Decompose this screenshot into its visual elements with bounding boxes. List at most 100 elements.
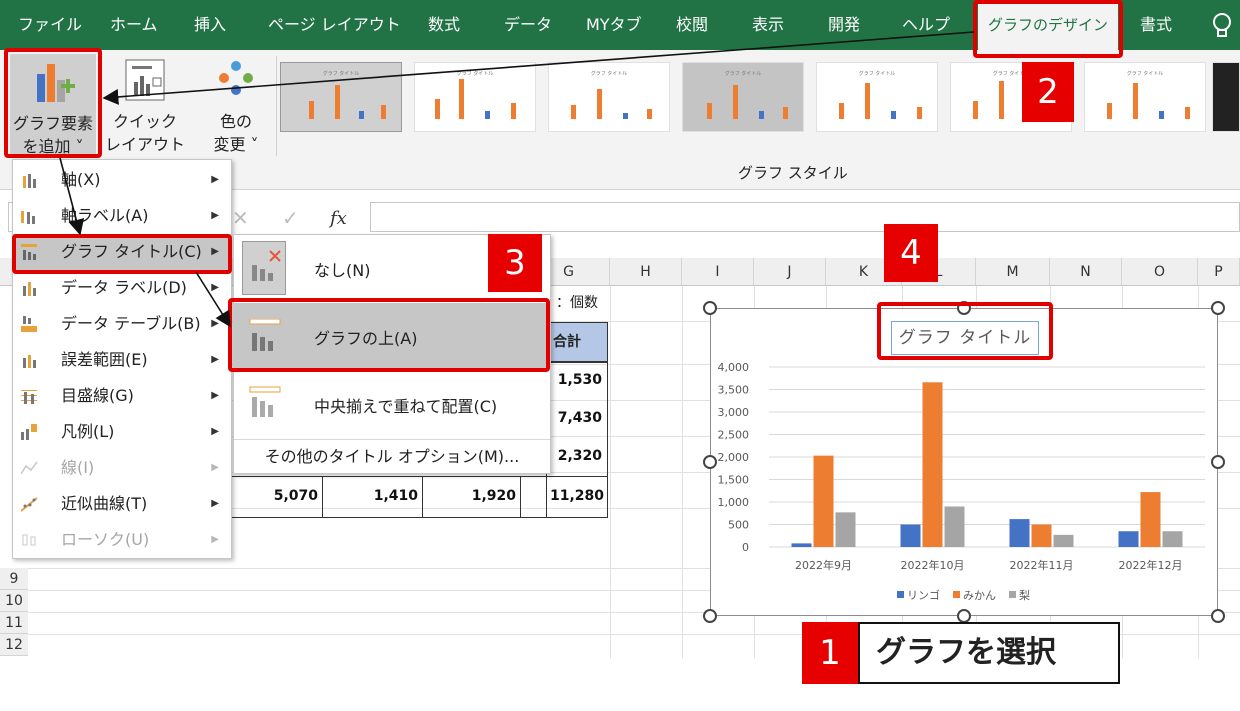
total-cell[interactable]: 2,320 bbox=[546, 448, 602, 464]
bar-リンゴ bbox=[1009, 519, 1030, 547]
column-header-p[interactable]: P bbox=[1198, 258, 1240, 286]
y-tick-label: 3,500 bbox=[718, 384, 750, 397]
legend-label: リンゴ bbox=[907, 588, 940, 602]
menu-item-axis-titles[interactable]: 軸ラベル(A) ▶ bbox=[13, 198, 231, 234]
resize-handle[interactable] bbox=[1211, 455, 1225, 469]
tab-format[interactable]: 書式 bbox=[1140, 0, 1172, 50]
style-thumb-title: グラフ タイトル bbox=[456, 71, 494, 77]
column-header-o[interactable]: O bbox=[1122, 258, 1198, 286]
row-header-9[interactable]: 9 bbox=[0, 568, 28, 590]
chart-style-7[interactable]: グラフ タイトル bbox=[1084, 62, 1206, 132]
menu-item-label: データ テーブル(B) bbox=[61, 314, 201, 333]
resize-handle[interactable] bbox=[1211, 301, 1225, 315]
menu-item-label: 目盛線(G) bbox=[61, 386, 134, 405]
highlight-chart-title-item bbox=[12, 234, 232, 274]
cancel-icon[interactable]: ✕ bbox=[232, 206, 249, 230]
bar-みかん bbox=[813, 455, 834, 547]
bar-みかん bbox=[1140, 492, 1161, 547]
grand-total-cell[interactable]: 1,410 bbox=[322, 488, 418, 504]
menu-item-lines: 線(I) ▶ bbox=[13, 450, 231, 486]
row-header-11[interactable]: 11 bbox=[0, 612, 28, 634]
resize-handle[interactable] bbox=[703, 455, 717, 469]
submenu-arrow-icon: ▶ bbox=[211, 318, 219, 329]
menu-item-legend[interactable]: 凡例(L) ▶ bbox=[13, 414, 231, 450]
bar-梨 bbox=[944, 506, 965, 547]
menu-item-gridlines[interactable]: 目盛線(G) ▶ bbox=[13, 378, 231, 414]
submenu-item-centered-overlay[interactable]: 中央揃えで重ねて配置(C) bbox=[234, 369, 550, 439]
tab-developer[interactable]: 開発 bbox=[828, 0, 860, 50]
column-header-n[interactable]: N bbox=[1050, 258, 1122, 286]
tab-file[interactable]: ファイル bbox=[18, 0, 82, 50]
ribbon-separator bbox=[276, 56, 277, 156]
enter-icon[interactable]: ✓ bbox=[282, 206, 299, 230]
submenu-item-more-options[interactable]: その他のタイトル オプション(M)... bbox=[234, 441, 550, 473]
formula-input[interactable] bbox=[370, 202, 1240, 232]
resize-handle[interactable] bbox=[703, 301, 717, 315]
column-header-j[interactable]: J bbox=[754, 258, 826, 286]
tab-data[interactable]: データ bbox=[504, 0, 552, 50]
tab-home[interactable]: ホーム bbox=[110, 0, 158, 50]
quick-layout-button[interactable]: クイック レイアウト ˅ bbox=[102, 54, 188, 177]
grand-total-cell[interactable]: 1,920 bbox=[422, 488, 516, 504]
menu-item-label: 誤差範囲(E) bbox=[61, 350, 148, 369]
submenu-arrow-icon: ▶ bbox=[211, 426, 219, 437]
chart-style-1[interactable]: グラフ タイトル bbox=[280, 62, 402, 132]
row-header-12[interactable]: 12 bbox=[0, 634, 28, 656]
tab-view[interactable]: 表示 bbox=[752, 0, 784, 50]
y-tick-label: 3,000 bbox=[718, 406, 750, 419]
lines-icon bbox=[21, 461, 38, 475]
tab-page-layout[interactable]: ページ レイアウト bbox=[268, 0, 401, 50]
lightbulb-icon[interactable] bbox=[1212, 12, 1232, 40]
step-number-1: 1 bbox=[802, 622, 858, 684]
chart-style-2[interactable]: グラフ タイトル bbox=[414, 62, 536, 132]
insert-function-icon[interactable]: fx bbox=[330, 208, 347, 229]
chart-style-8[interactable] bbox=[1212, 62, 1240, 132]
grand-total-cell[interactable]: 5,070 bbox=[232, 488, 318, 504]
legend-swatch bbox=[1009, 591, 1016, 598]
menu-item-label: 凡例(L) bbox=[61, 422, 115, 441]
bar-梨 bbox=[1053, 534, 1074, 547]
menu-item-trendline[interactable]: 近似曲線(T) ▶ bbox=[13, 486, 231, 522]
style-thumb-title: グラフ タイトル bbox=[590, 71, 628, 77]
trendline-icon bbox=[21, 497, 38, 512]
row-header-10[interactable]: 10 bbox=[0, 590, 28, 612]
total-cell[interactable]: 7,430 bbox=[546, 410, 602, 426]
tab-insert[interactable]: 挿入 bbox=[194, 0, 226, 50]
style-thumb-title: グラフ タイトル bbox=[858, 71, 896, 77]
highlight-chart-title bbox=[877, 302, 1053, 360]
resize-handle[interactable] bbox=[703, 609, 717, 623]
resize-handle[interactable] bbox=[1211, 609, 1225, 623]
bar-リンゴ bbox=[900, 524, 921, 547]
menu-item-error-bars[interactable]: 誤差範囲(E) ▶ bbox=[13, 342, 231, 378]
tab-formulas[interactable]: 数式 bbox=[428, 0, 460, 50]
menu-item-axis[interactable]: 軸(X) ▶ bbox=[13, 162, 231, 198]
menu-item-data-labels[interactable]: データ ラベル(D) ▶ bbox=[13, 270, 231, 306]
tab-my-tab[interactable]: MYタブ bbox=[586, 0, 642, 50]
column-header-h[interactable]: H bbox=[610, 258, 682, 286]
submenu-arrow-icon: ▶ bbox=[211, 282, 219, 293]
total-cell[interactable]: 1,530 bbox=[546, 372, 602, 388]
title-overlay-icon bbox=[249, 386, 281, 417]
y-tick-label: 0 bbox=[742, 541, 749, 554]
submenu-label-centered: 中央揃えで重ねて配置(C) bbox=[314, 397, 498, 416]
chart-style-5[interactable]: グラフ タイトル bbox=[816, 62, 938, 132]
step1-callout: グラフを選択 bbox=[858, 622, 1120, 684]
resize-handle[interactable] bbox=[957, 609, 971, 623]
tab-review[interactable]: 校閲 bbox=[676, 0, 708, 50]
total-header-cell[interactable]: 合計 bbox=[546, 322, 608, 362]
legend-icon bbox=[21, 424, 37, 440]
chart-style-3[interactable]: グラフ タイトル bbox=[548, 62, 670, 132]
change-colors-button[interactable]: 色の 変更 ˅ bbox=[198, 54, 274, 154]
menu-item-data-table[interactable]: データ テーブル(B) ▶ bbox=[13, 306, 231, 342]
legend-swatch bbox=[897, 591, 904, 598]
bar-梨 bbox=[1162, 531, 1183, 547]
grand-total-cell[interactable]: 11,280 bbox=[520, 488, 604, 504]
submenu-arrow-icon: ▶ bbox=[211, 390, 219, 401]
column-header-i[interactable]: I bbox=[682, 258, 754, 286]
y-tick-label: 4,000 bbox=[718, 361, 750, 374]
submenu-arrow-icon: ▶ bbox=[211, 462, 219, 473]
column-header-m[interactable]: M bbox=[976, 258, 1050, 286]
tab-help[interactable]: ヘルプ bbox=[902, 0, 950, 50]
chart-style-4[interactable]: グラフ タイトル bbox=[682, 62, 804, 132]
chart-styles-group-label: グラフ スタイル bbox=[738, 164, 848, 182]
